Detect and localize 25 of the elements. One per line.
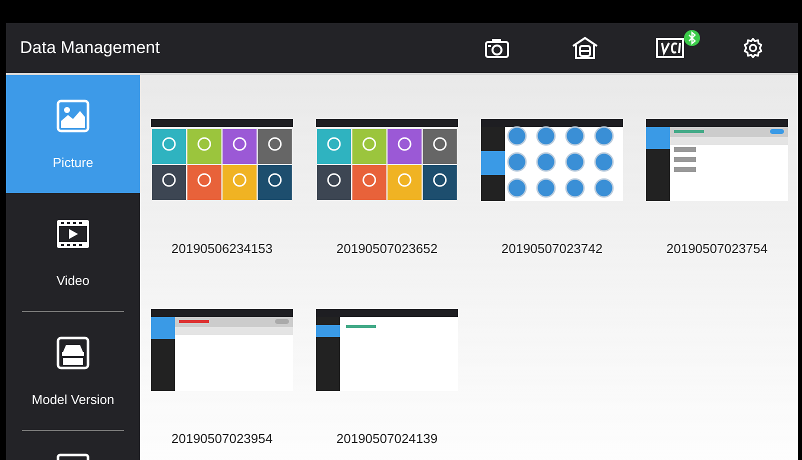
car-badge-icon xyxy=(56,336,90,370)
thumbnail-drawing[interactable] xyxy=(481,119,623,201)
camera-icon[interactable] xyxy=(484,37,510,59)
settings-icon[interactable] xyxy=(742,37,764,59)
sidebar-item[interactable]: Video xyxy=(6,193,140,311)
file-name: 20190506234153 xyxy=(171,241,273,256)
thumbnail-drawing[interactable] xyxy=(151,309,293,391)
sidebar-label: Picture xyxy=(52,154,94,170)
monitor-icon xyxy=(56,453,90,460)
file-name: 20190507023652 xyxy=(336,241,438,256)
window-title: Data Management xyxy=(20,38,160,58)
thumbnail-drawing[interactable] xyxy=(316,309,458,391)
garage-icon[interactable] xyxy=(572,36,598,60)
file-name: 20190507023754 xyxy=(666,241,768,256)
file-name: 20190507024139 xyxy=(336,431,438,446)
thumbnail-drawing[interactable] xyxy=(646,119,788,201)
sidebar-item[interactable]: Model Version xyxy=(22,311,124,430)
file-name: 20190507023954 xyxy=(171,431,273,446)
sidebar-label: Video xyxy=(56,272,90,288)
vci-icon[interactable] xyxy=(656,38,684,58)
image-icon xyxy=(56,98,90,132)
thumbnail-drawing[interactable] xyxy=(316,119,458,201)
file-name: 20190507023742 xyxy=(501,241,603,256)
sidebar-label: Model Version xyxy=(32,392,114,406)
thumbnail-drawing[interactable] xyxy=(151,119,293,201)
